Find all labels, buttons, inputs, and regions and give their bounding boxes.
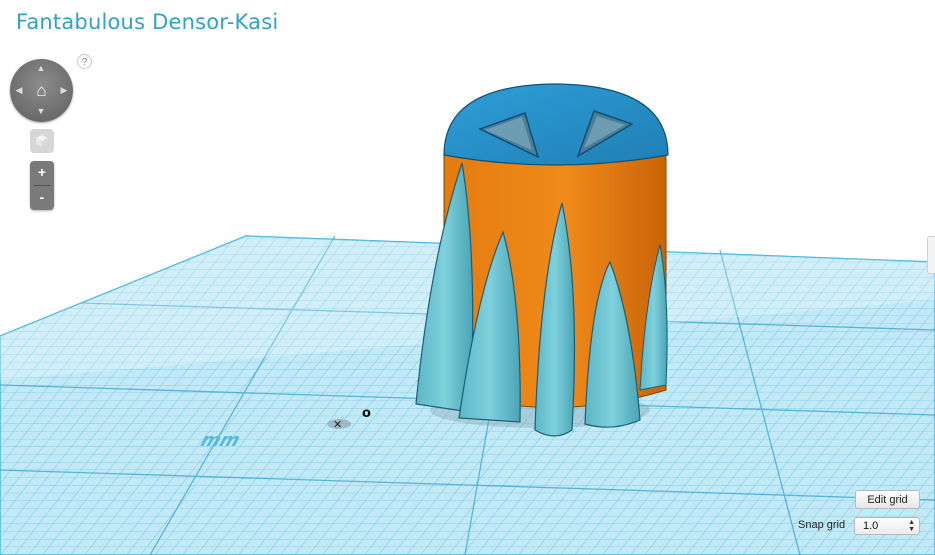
- arrow-down-icon[interactable]: ▼: [36, 107, 46, 116]
- zoom-control: + -: [30, 161, 54, 210]
- design-title[interactable]: Fantabulous Densor-Kasi: [16, 10, 278, 34]
- view-cube-button[interactable]: [30, 129, 54, 153]
- zoom-out-button[interactable]: -: [30, 186, 54, 210]
- snap-grid-label: Snap grid: [798, 519, 846, 531]
- units-label: mm: [198, 431, 243, 451]
- dome-cap: [443, 83, 669, 166]
- cube-icon: [36, 135, 48, 147]
- snap-grid-value: 1.0: [863, 520, 879, 532]
- zoom-in-button[interactable]: +: [30, 161, 54, 185]
- origin-o-label: o: [362, 406, 371, 421]
- arrow-up-icon[interactable]: ▲: [36, 64, 46, 73]
- arrow-right-icon[interactable]: ▶: [59, 86, 69, 95]
- model-3d[interactable]: [415, 83, 669, 437]
- edit-grid-button[interactable]: Edit grid: [855, 490, 920, 509]
- origin-x-label: ✕: [333, 418, 342, 431]
- select-arrows-icon: ▲ ▼: [908, 519, 915, 533]
- navigation-pad[interactable]: ▲ ▼ ◀ ▶ ⌂: [10, 59, 73, 122]
- home-icon[interactable]: ⌂: [32, 81, 51, 100]
- arrow-left-icon[interactable]: ◀: [14, 86, 24, 95]
- workplane-viewport[interactable]: ✕ o mm: [0, 0, 935, 555]
- help-icon[interactable]: ?: [77, 54, 92, 69]
- snap-grid-select[interactable]: 1.0 ▲ ▼: [854, 517, 920, 535]
- side-panel-handle[interactable]: [927, 236, 935, 274]
